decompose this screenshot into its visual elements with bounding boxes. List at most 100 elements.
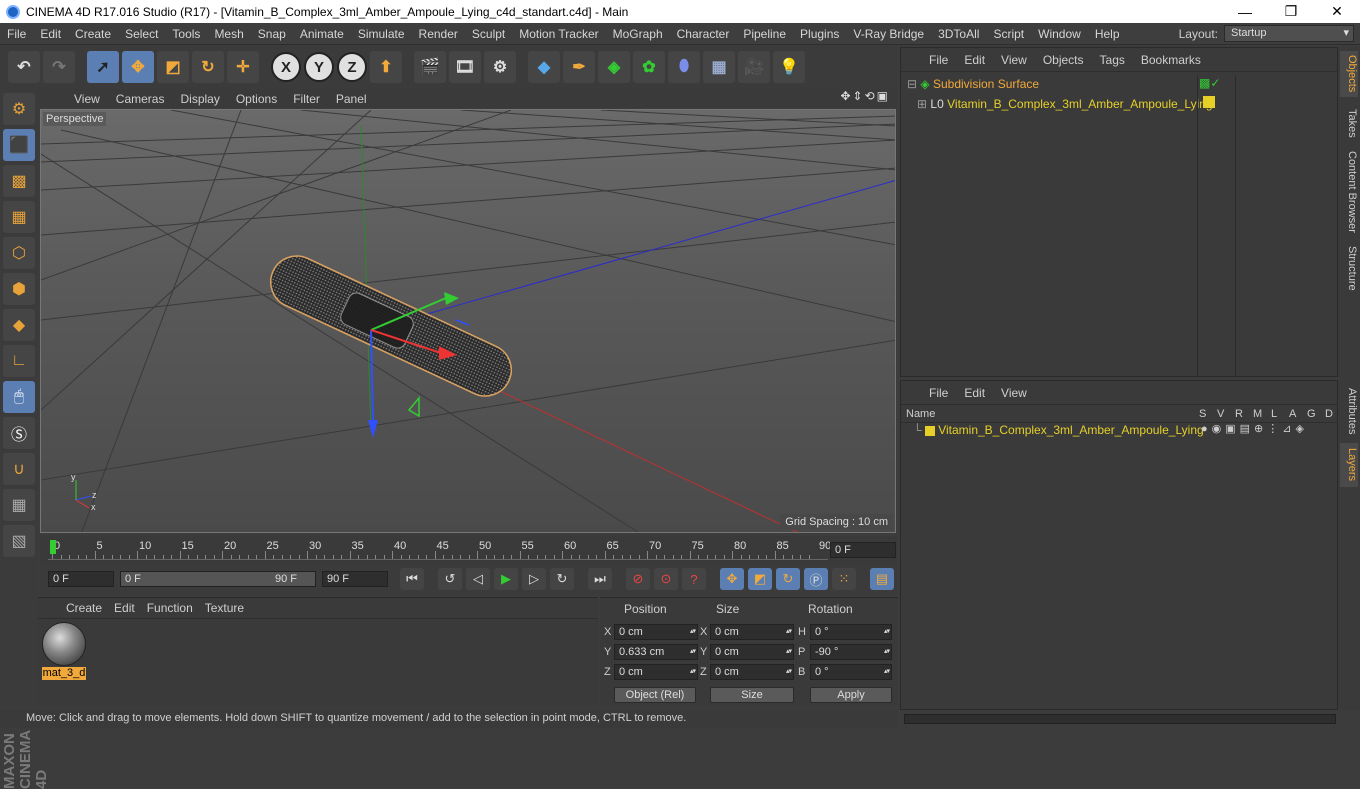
- layer-row[interactable]: └ Vitamin_B_Complex_3ml_Amber_Ampoule_Ly…: [913, 421, 1204, 439]
- perspective-viewport[interactable]: y z x Perspective Grid Spacing : 10 cm: [40, 109, 896, 533]
- scale-tool-icon[interactable]: ◩: [157, 51, 189, 83]
- texture-mode-icon[interactable]: ▩: [3, 165, 35, 197]
- viewport-menu-cameras[interactable]: Cameras: [108, 92, 173, 106]
- previous-frame-icon[interactable]: ◁: [466, 568, 490, 590]
- viewport-menu-view[interactable]: View: [66, 92, 108, 106]
- subdivision-generator-icon[interactable]: ◈: [598, 51, 630, 83]
- menu-tools[interactable]: Tools: [165, 27, 207, 41]
- tab-layers[interactable]: Layers: [1340, 443, 1358, 487]
- pen-spline-icon[interactable]: ✒: [563, 51, 595, 83]
- object-row-ampoule[interactable]: ⊞ L0 Vitamin_B_Complex_3ml_Amber_Ampoule…: [917, 95, 1213, 113]
- playhead[interactable]: [50, 540, 56, 554]
- tab-attributes[interactable]: Attributes: [1340, 383, 1358, 439]
- material-menu-edit[interactable]: Edit: [108, 601, 141, 615]
- viewport-menu-panel[interactable]: Panel: [328, 92, 375, 106]
- record-scale-icon[interactable]: ◩: [748, 568, 772, 590]
- axis-mode-icon[interactable]: ∟: [3, 345, 35, 377]
- coordinate-mode-dropdown[interactable]: Object (Rel): [614, 687, 696, 703]
- render-picture-viewer-icon[interactable]: 🎞: [449, 51, 481, 83]
- edges-mode-icon[interactable]: ⬢: [3, 273, 35, 305]
- menu-3dtoall[interactable]: 3DToAll: [931, 27, 986, 41]
- menu-pipeline[interactable]: Pipeline: [736, 27, 793, 41]
- viewport-menu-options[interactable]: Options: [228, 92, 285, 106]
- current-frame-field[interactable]: 0 F: [830, 542, 896, 558]
- workplane-rotate-icon[interactable]: ▧: [3, 525, 35, 557]
- pos-y-field[interactable]: 0.633 cm: [614, 644, 698, 660]
- layer-color-icon[interactable]: [1203, 96, 1215, 108]
- objects-menu-bookmarks[interactable]: Bookmarks: [1133, 53, 1209, 67]
- menu-character[interactable]: Character: [670, 27, 737, 41]
- mograph-cloner-icon[interactable]: ✿: [633, 51, 665, 83]
- record-position-icon[interactable]: ✥: [720, 568, 744, 590]
- tab-content-browser[interactable]: Content Browser: [1340, 147, 1358, 237]
- objects-menu-objects[interactable]: Objects: [1035, 53, 1092, 67]
- light-icon[interactable]: 💡: [773, 51, 805, 83]
- timeline-ruler[interactable]: 0 5 10 15 20 25 30 35 40 45 50 55 60 65 70 75 80 85 90: [48, 538, 831, 560]
- next-frame-icon[interactable]: ▷: [522, 568, 546, 590]
- menu-sculpt[interactable]: Sculpt: [465, 27, 512, 41]
- workplane-lock-icon[interactable]: ▦: [3, 489, 35, 521]
- pos-z-field[interactable]: 0 cm: [614, 664, 698, 680]
- record-keys-icon[interactable]: ⊘: [626, 568, 650, 590]
- tab-takes[interactable]: Takes: [1340, 103, 1358, 143]
- camera-icon[interactable]: 🎥: [738, 51, 770, 83]
- viewport-menu-filter[interactable]: Filter: [285, 92, 328, 106]
- rot-b-field[interactable]: 0 °: [810, 664, 892, 680]
- layers-menu-edit[interactable]: Edit: [956, 386, 993, 400]
- magnet-icon[interactable]: ∪: [3, 453, 35, 485]
- next-key-icon[interactable]: ↻: [550, 568, 574, 590]
- move-tool-icon[interactable]: ✥: [122, 51, 154, 83]
- viewport-navigation-icons[interactable]: ✥⇕⟲▣: [840, 89, 890, 103]
- frame-range-slider[interactable]: 0 F 90 F: [120, 571, 316, 587]
- z-axis-lock-button[interactable]: Z: [337, 52, 367, 82]
- layer-color-swatch[interactable]: [924, 425, 935, 436]
- objects-menu-edit[interactable]: Edit: [956, 53, 993, 67]
- minimize-icon[interactable]: —: [1222, 4, 1268, 20]
- menu-plugins[interactable]: Plugins: [793, 27, 846, 41]
- record-parameter-icon[interactable]: Ⓟ: [804, 568, 828, 590]
- render-settings-icon[interactable]: ⚙: [484, 51, 516, 83]
- object-row-subdivision-surface[interactable]: ⊟ ◈ Subdivision Surface: [907, 75, 1039, 93]
- tab-structure[interactable]: Structure: [1340, 243, 1358, 293]
- cube-primitive-icon[interactable]: ◆: [528, 51, 560, 83]
- menu-mograph[interactable]: MoGraph: [606, 27, 670, 41]
- timeline[interactable]: 0 5 10 15 20 25 30 35 40 45 50 55 60 65 70 75 80 85 90 0 F: [40, 536, 898, 564]
- x-axis-lock-button[interactable]: X: [271, 52, 301, 82]
- size-mode-dropdown[interactable]: Size: [710, 687, 794, 703]
- deformer-icon[interactable]: ⬮: [668, 51, 700, 83]
- size-y-field[interactable]: 0 cm: [710, 644, 794, 660]
- enabled-check-icon[interactable]: ▩✓: [1199, 76, 1220, 90]
- auto-keying-icon[interactable]: ⊙: [654, 568, 678, 590]
- objects-menu-view[interactable]: View: [993, 53, 1035, 67]
- menu-help[interactable]: Help: [1088, 27, 1127, 41]
- layers-menu-view[interactable]: View: [993, 386, 1035, 400]
- layer-horizontal-scrollbar[interactable]: [904, 714, 1336, 724]
- coordinate-system-icon[interactable]: ⬆: [370, 51, 402, 83]
- play-icon[interactable]: ▶: [494, 568, 518, 590]
- rot-p-field[interactable]: -90 °: [810, 644, 892, 660]
- objects-menu-file[interactable]: File: [921, 53, 956, 67]
- menu-select[interactable]: Select: [118, 27, 165, 41]
- transform-tool-icon[interactable]: ✛: [227, 51, 259, 83]
- floor-scene-icon[interactable]: ▦: [703, 51, 735, 83]
- end-frame-field[interactable]: 90 F: [322, 571, 388, 587]
- viewport-menu-display[interactable]: Display: [172, 92, 227, 106]
- tweak-mode-icon[interactable]: 🖱: [3, 381, 35, 413]
- record-point-level-icon[interactable]: ⁙: [832, 568, 856, 590]
- material-menu-texture[interactable]: Texture: [199, 601, 250, 615]
- go-to-start-icon[interactable]: ⏮: [400, 568, 424, 590]
- collapse-icon[interactable]: ⊟: [907, 77, 917, 91]
- layers-menu-file[interactable]: File: [921, 386, 956, 400]
- points-mode-icon[interactable]: ⬡: [3, 237, 35, 269]
- menu-edit[interactable]: Edit: [33, 27, 68, 41]
- menu-motion-tracker[interactable]: Motion Tracker: [512, 27, 605, 41]
- make-editable-icon[interactable]: ⚙: [3, 93, 35, 125]
- apply-button[interactable]: Apply: [810, 687, 892, 703]
- menu-window[interactable]: Window: [1031, 27, 1088, 41]
- layout-dropdown[interactable]: Startup: [1224, 25, 1354, 42]
- size-x-field[interactable]: 0 cm: [710, 624, 794, 640]
- start-frame-field[interactable]: 0 F: [48, 571, 114, 587]
- menu-mesh[interactable]: Mesh: [207, 27, 250, 41]
- render-view-icon[interactable]: 🎬: [414, 51, 446, 83]
- redo-icon[interactable]: ↷: [43, 51, 75, 83]
